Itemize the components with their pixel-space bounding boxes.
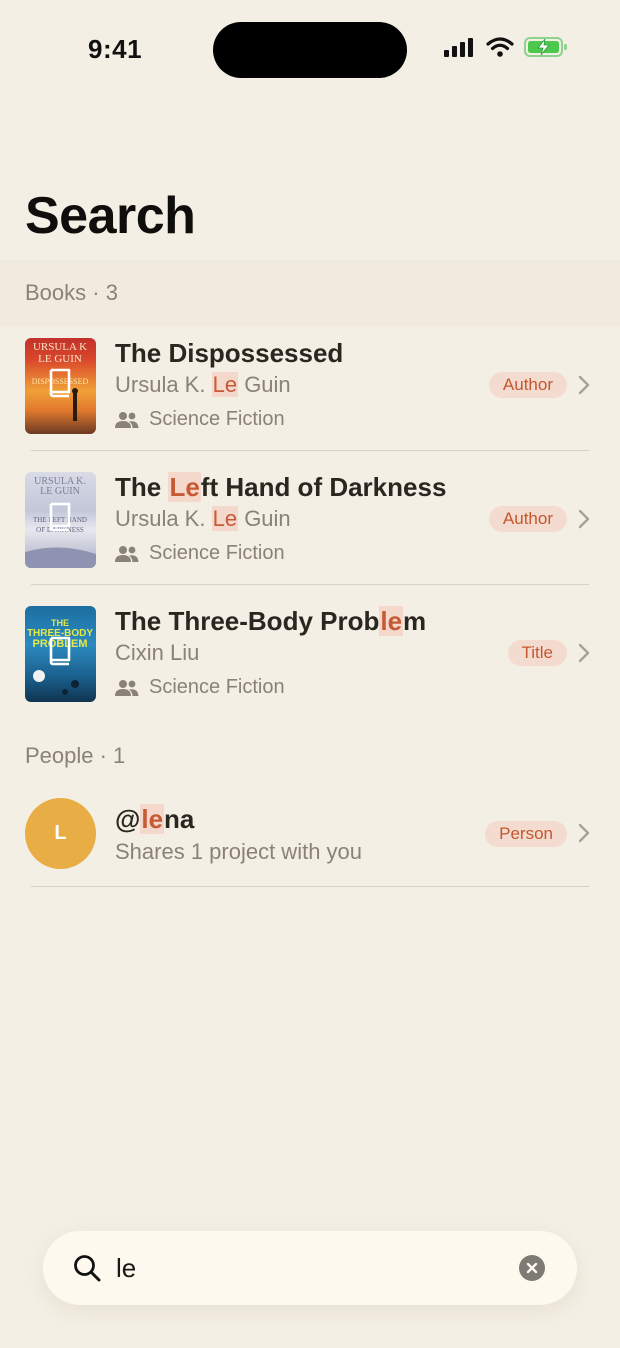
match-badge: Author [488, 506, 567, 532]
book-icon [49, 636, 71, 666]
page-title: Search [25, 187, 196, 245]
book-title: The Three-Body Problem [115, 606, 427, 636]
section-header-people: People · 1 [0, 723, 620, 789]
battery-charging-icon [524, 37, 567, 57]
book-cover-image: URSULA K. LE GUIN THE LEFT HAND OF DARKN… [25, 472, 96, 568]
chevron-right-icon [578, 375, 590, 395]
person-subtitle: Shares 1 project with you [115, 839, 363, 864]
chevron-right-icon [578, 823, 590, 843]
book-icon [49, 502, 71, 532]
book-cover-image: URSULA K LE GUIN DISPOSSESSED [25, 338, 96, 434]
chevron-right-icon [578, 643, 590, 663]
book-genre: Science Fiction [115, 676, 285, 699]
search-input[interactable] [116, 1249, 496, 1287]
wifi-icon [486, 37, 514, 57]
row-divider [31, 886, 589, 887]
book-author: Cixin Liu [115, 640, 200, 665]
book-row-three-body-problem[interactable]: THE THREE-BODY PROBLEM The Three-Body Pr… [0, 594, 620, 714]
svg-text:URSULA K: URSULA K [33, 341, 87, 353]
status-time: 9:41 [88, 34, 143, 64]
match-badge: Person [485, 821, 567, 847]
book-title: The Left Hand of Darkness [115, 472, 447, 502]
book-icon [49, 368, 71, 398]
section-label-books: Books · 3 [25, 280, 118, 305]
book-row-left-hand-of-darkness[interactable]: URSULA K. LE GUIN THE LEFT HAND OF DARKN… [0, 460, 620, 586]
dynamic-island [213, 22, 407, 78]
svg-text:THE: THE [51, 618, 69, 628]
person-handle: @lena [115, 804, 195, 834]
row-divider [31, 584, 589, 585]
people-icon [115, 411, 139, 428]
search-icon [74, 1255, 101, 1282]
book-genre: Science Fiction [115, 542, 285, 565]
person-row-lena[interactable]: L @lena Shares 1 project with you Person [0, 789, 620, 889]
book-row-dispossessed[interactable]: URSULA K LE GUIN DISPOSSESSED The Dispos… [0, 326, 620, 452]
status-bar: 9:41 [0, 0, 620, 100]
people-icon [115, 679, 139, 696]
book-author: Ursula K. Le Guin [115, 506, 291, 531]
section-header-books: Books · 3 [0, 260, 620, 326]
avatar: L [25, 798, 96, 869]
section-label-people: People · 1 [25, 743, 126, 768]
book-genre: Science Fiction [115, 408, 285, 431]
search-bar[interactable] [43, 1231, 577, 1305]
match-badge: Title [507, 640, 567, 666]
svg-text:LE GUIN: LE GUIN [38, 353, 82, 365]
match-badge: Author [488, 372, 567, 398]
close-icon [526, 1262, 538, 1274]
book-title: The Dispossessed [115, 338, 344, 368]
cellular-signal-icon [444, 38, 473, 57]
people-icon [115, 545, 139, 562]
chevron-right-icon [578, 509, 590, 529]
book-author: Ursula K. Le Guin [115, 372, 291, 397]
svg-text:LE GUIN: LE GUIN [40, 486, 80, 497]
status-icons [444, 36, 568, 58]
row-divider [31, 450, 589, 451]
clear-search-button[interactable] [519, 1255, 545, 1281]
book-cover-image: THE THREE-BODY PROBLEM [25, 606, 96, 702]
